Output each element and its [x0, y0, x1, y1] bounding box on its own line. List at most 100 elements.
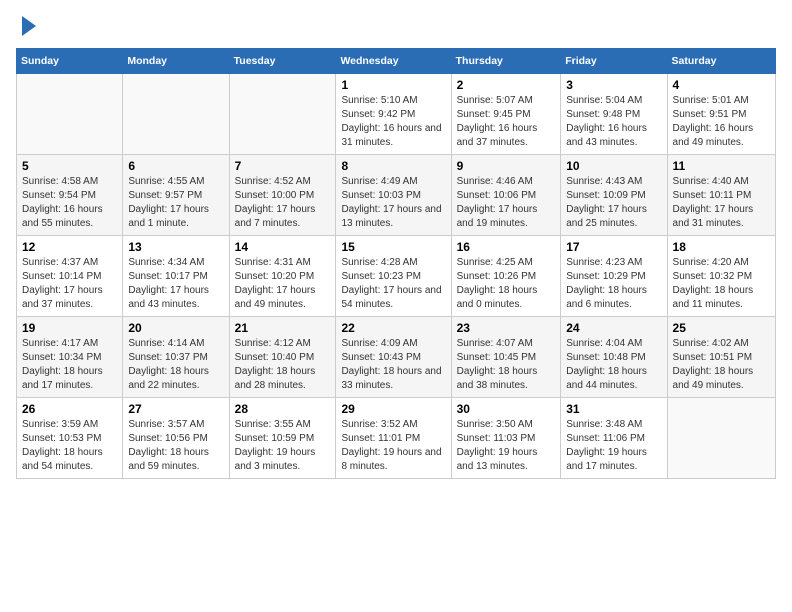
calendar-cell: 5 Sunrise: 4:58 AM Sunset: 9:54 PM Daylig… [17, 155, 123, 236]
calendar-cell: 22 Sunrise: 4:09 AM Sunset: 10:43 PM Dayl… [336, 317, 451, 398]
col-header-thursday: Thursday [451, 49, 561, 74]
day-number: 23 [457, 321, 556, 335]
day-number: 24 [566, 321, 661, 335]
day-info: Sunrise: 4:52 AM Sunset: 10:00 PM Daylig… [235, 175, 331, 231]
day-number: 11 [673, 159, 770, 173]
week-row-4: 19 Sunrise: 4:17 AM Sunset: 10:34 PM Dayl… [17, 317, 776, 398]
calendar-cell [229, 74, 336, 155]
week-row-2: 5 Sunrise: 4:58 AM Sunset: 9:54 PM Daylig… [17, 155, 776, 236]
logo-arrow-icon [22, 16, 36, 36]
day-number: 5 [22, 159, 117, 173]
day-number: 27 [128, 402, 223, 416]
day-number: 4 [673, 78, 770, 92]
calendar-cell: 25 Sunrise: 4:02 AM Sunset: 10:51 PM Dayl… [667, 317, 775, 398]
calendar-cell: 8Sunrise: 4:49 AM Sunset: 10:03 PM Dayli… [336, 155, 451, 236]
day-info: Sunrise: 4:02 AM Sunset: 10:51 PM Daylig… [673, 337, 770, 393]
calendar-cell: 31 Sunrise: 3:48 AM Sunset: 11:06 PM Dayl… [561, 398, 667, 479]
calendar-cell: 15Sunrise: 4:28 AM Sunset: 10:23 PM Dayl… [336, 236, 451, 317]
day-info: Sunrise: 5:10 AM Sunset: 9:42 PM Dayligh… [341, 94, 445, 150]
calendar-cell: 29Sunrise: 3:52 AM Sunset: 11:01 PM Dayl… [336, 398, 451, 479]
logo [16, 16, 36, 36]
day-info: Sunrise: 4:55 AM Sunset: 9:57 PM Dayligh… [128, 175, 223, 231]
day-number: 3 [566, 78, 661, 92]
calendar-cell: 16 Sunrise: 4:25 AM Sunset: 10:26 PM Dayl… [451, 236, 561, 317]
day-number: 22 [341, 321, 445, 335]
day-info: Sunrise: 3:57 AM Sunset: 10:56 PM Daylig… [128, 418, 223, 474]
day-info: Sunrise: 4:46 AM Sunset: 10:06 PM Daylig… [457, 175, 556, 231]
day-number: 29 [341, 402, 445, 416]
calendar-cell: 7 Sunrise: 4:52 AM Sunset: 10:00 PM Dayli… [229, 155, 336, 236]
day-info: Sunrise: 4:04 AM Sunset: 10:48 PM Daylig… [566, 337, 661, 393]
week-row-1: 1 Sunrise: 5:10 AM Sunset: 9:42 PM Daylig… [17, 74, 776, 155]
day-number: 6 [128, 159, 223, 173]
calendar-cell: 19 Sunrise: 4:17 AM Sunset: 10:34 PM Dayl… [17, 317, 123, 398]
day-number: 14 [235, 240, 331, 254]
calendar-cell: 18 Sunrise: 4:20 AM Sunset: 10:32 PM Dayl… [667, 236, 775, 317]
calendar-cell: 23 Sunrise: 4:07 AM Sunset: 10:45 PM Dayl… [451, 317, 561, 398]
calendar-cell: 6 Sunrise: 4:55 AM Sunset: 9:57 PM Daylig… [123, 155, 229, 236]
col-header-friday: Friday [561, 49, 667, 74]
calendar-cell: 9 Sunrise: 4:46 AM Sunset: 10:06 PM Dayli… [451, 155, 561, 236]
day-number: 31 [566, 402, 661, 416]
calendar-cell: 11Sunrise: 4:40 AM Sunset: 10:11 PM Dayl… [667, 155, 775, 236]
day-info: Sunrise: 4:28 AM Sunset: 10:23 PM Daylig… [341, 256, 445, 312]
calendar-cell: 13Sunrise: 4:34 AM Sunset: 10:17 PM Dayl… [123, 236, 229, 317]
day-info: Sunrise: 5:01 AM Sunset: 9:51 PM Dayligh… [673, 94, 770, 150]
day-number: 1 [341, 78, 445, 92]
day-number: 10 [566, 159, 661, 173]
calendar-cell: 4 Sunrise: 5:01 AM Sunset: 9:51 PM Daylig… [667, 74, 775, 155]
calendar-cell [17, 74, 123, 155]
col-header-wednesday: Wednesday [336, 49, 451, 74]
day-number: 21 [235, 321, 331, 335]
day-number: 19 [22, 321, 117, 335]
day-info: Sunrise: 4:20 AM Sunset: 10:32 PM Daylig… [673, 256, 770, 312]
day-info: Sunrise: 4:07 AM Sunset: 10:45 PM Daylig… [457, 337, 556, 393]
calendar-cell: 24 Sunrise: 4:04 AM Sunset: 10:48 PM Dayl… [561, 317, 667, 398]
day-info: Sunrise: 4:37 AM Sunset: 10:14 PM Daylig… [22, 256, 117, 312]
day-info: Sunrise: 3:50 AM Sunset: 11:03 PM Daylig… [457, 418, 556, 474]
day-info: Sunrise: 4:31 AM Sunset: 10:20 PM Daylig… [235, 256, 331, 312]
day-info: Sunrise: 4:43 AM Sunset: 10:09 PM Daylig… [566, 175, 661, 231]
calendar-cell [123, 74, 229, 155]
week-row-3: 12Sunrise: 4:37 AM Sunset: 10:14 PM Dayl… [17, 236, 776, 317]
day-info: Sunrise: 4:58 AM Sunset: 9:54 PM Dayligh… [22, 175, 117, 231]
col-header-monday: Monday [123, 49, 229, 74]
day-number: 9 [457, 159, 556, 173]
calendar-cell: 10 Sunrise: 4:43 AM Sunset: 10:09 PM Dayl… [561, 155, 667, 236]
day-number: 26 [22, 402, 117, 416]
calendar-cell: 26 Sunrise: 3:59 AM Sunset: 10:53 PM Dayl… [17, 398, 123, 479]
col-header-saturday: Saturday [667, 49, 775, 74]
day-info: Sunrise: 4:17 AM Sunset: 10:34 PM Daylig… [22, 337, 117, 393]
calendar-cell: 28Sunrise: 3:55 AM Sunset: 10:59 PM Dayl… [229, 398, 336, 479]
calendar-cell: 14 Sunrise: 4:31 AM Sunset: 10:20 PM Dayl… [229, 236, 336, 317]
day-info: Sunrise: 4:34 AM Sunset: 10:17 PM Daylig… [128, 256, 223, 312]
calendar-cell: 21 Sunrise: 4:12 AM Sunset: 10:40 PM Dayl… [229, 317, 336, 398]
col-header-tuesday: Tuesday [229, 49, 336, 74]
day-info: Sunrise: 3:55 AM Sunset: 10:59 PM Daylig… [235, 418, 331, 474]
calendar-cell: 3 Sunrise: 5:04 AM Sunset: 9:48 PM Daylig… [561, 74, 667, 155]
calendar-cell: 12Sunrise: 4:37 AM Sunset: 10:14 PM Dayl… [17, 236, 123, 317]
day-number: 16 [457, 240, 556, 254]
day-info: Sunrise: 3:48 AM Sunset: 11:06 PM Daylig… [566, 418, 661, 474]
calendar-cell: 1 Sunrise: 5:10 AM Sunset: 9:42 PM Daylig… [336, 74, 451, 155]
day-info: Sunrise: 3:59 AM Sunset: 10:53 PM Daylig… [22, 418, 117, 474]
page-header [16, 16, 776, 36]
day-info: Sunrise: 5:07 AM Sunset: 9:45 PM Dayligh… [457, 94, 556, 150]
calendar-table: SundayMondayTuesdayWednesdayThursdayFrid… [16, 48, 776, 479]
day-number: 25 [673, 321, 770, 335]
day-number: 7 [235, 159, 331, 173]
day-number: 20 [128, 321, 223, 335]
day-number: 30 [457, 402, 556, 416]
calendar-cell: 30 Sunrise: 3:50 AM Sunset: 11:03 PM Dayl… [451, 398, 561, 479]
day-number: 17 [566, 240, 661, 254]
day-info: Sunrise: 4:14 AM Sunset: 10:37 PM Daylig… [128, 337, 223, 393]
day-info: Sunrise: 4:25 AM Sunset: 10:26 PM Daylig… [457, 256, 556, 312]
day-info: Sunrise: 4:09 AM Sunset: 10:43 PM Daylig… [341, 337, 445, 393]
calendar-cell: 17Sunrise: 4:23 AM Sunset: 10:29 PM Dayl… [561, 236, 667, 317]
day-number: 2 [457, 78, 556, 92]
day-info: Sunrise: 5:04 AM Sunset: 9:48 PM Dayligh… [566, 94, 661, 150]
calendar-cell: 2 Sunrise: 5:07 AM Sunset: 9:45 PM Daylig… [451, 74, 561, 155]
calendar-cell [667, 398, 775, 479]
day-info: Sunrise: 4:12 AM Sunset: 10:40 PM Daylig… [235, 337, 331, 393]
day-number: 18 [673, 240, 770, 254]
